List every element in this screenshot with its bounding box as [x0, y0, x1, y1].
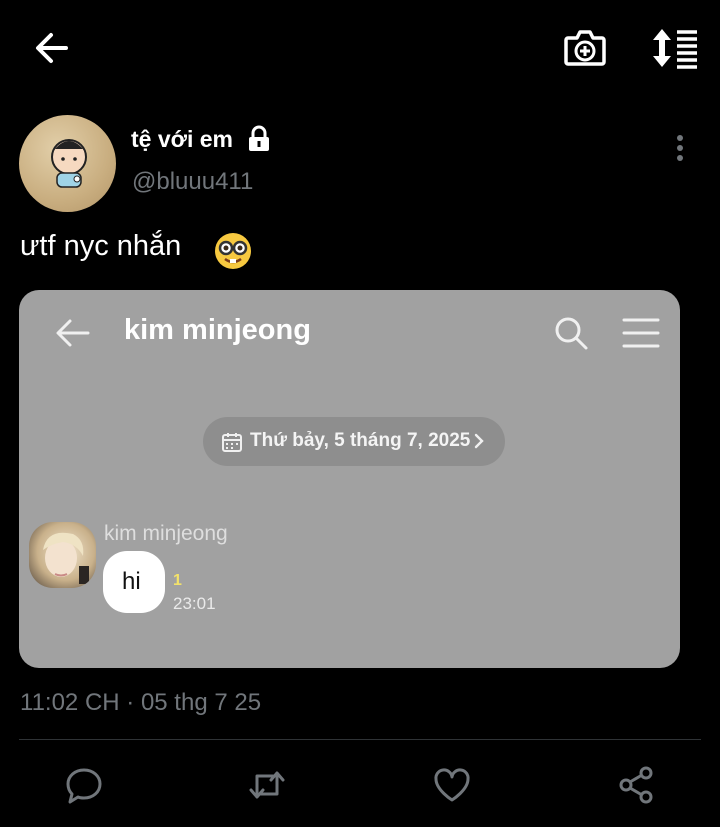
message-bubble: hi [103, 551, 165, 613]
camera-plus-icon[interactable] [560, 24, 610, 72]
date-pill-label: Thứ bảy, 5 tháng 7, 2025 [250, 430, 471, 451]
message-time: 23:01 [173, 594, 216, 613]
date-pill: Thứ bảy, 5 tháng 7, 2025 [203, 417, 505, 466]
chevron-right-icon [472, 431, 486, 451]
share-icon[interactable] [616, 766, 656, 804]
chat-menu-icon [621, 316, 661, 350]
chat-search-icon [553, 315, 589, 351]
sender-name: kim minjeong [104, 522, 228, 545]
user-handle[interactable]: @bluuu411 [132, 168, 253, 196]
retweet-icon[interactable] [247, 766, 287, 804]
chat-title: kim minjeong [124, 314, 311, 346]
display-name[interactable]: tệ với em [131, 126, 233, 153]
calendar-icon [221, 431, 243, 453]
message-text: hi [122, 568, 141, 595]
lock-icon [246, 125, 272, 153]
media-image[interactable]: kim minjeong Thứ bảy, 5 tháng 7, 2025 ki… [19, 290, 680, 668]
sender-avatar [29, 522, 96, 588]
back-arrow-icon[interactable] [30, 26, 74, 70]
unread-count: 1 [173, 572, 182, 589]
more-vertical-icon[interactable] [666, 132, 694, 164]
reply-icon[interactable] [64, 766, 104, 804]
divider [19, 739, 701, 740]
heart-icon[interactable] [432, 766, 472, 804]
sort-list-icon[interactable] [648, 26, 700, 70]
nerd-face-emoji-icon [214, 232, 252, 270]
tweet-text: ưtf nyc nhắn [20, 230, 182, 262]
author-avatar[interactable] [19, 115, 116, 212]
tweet-timestamp[interactable]: 11:02 CH · 05 thg 7 25 [20, 689, 261, 717]
chat-back-arrow-icon [55, 318, 91, 348]
